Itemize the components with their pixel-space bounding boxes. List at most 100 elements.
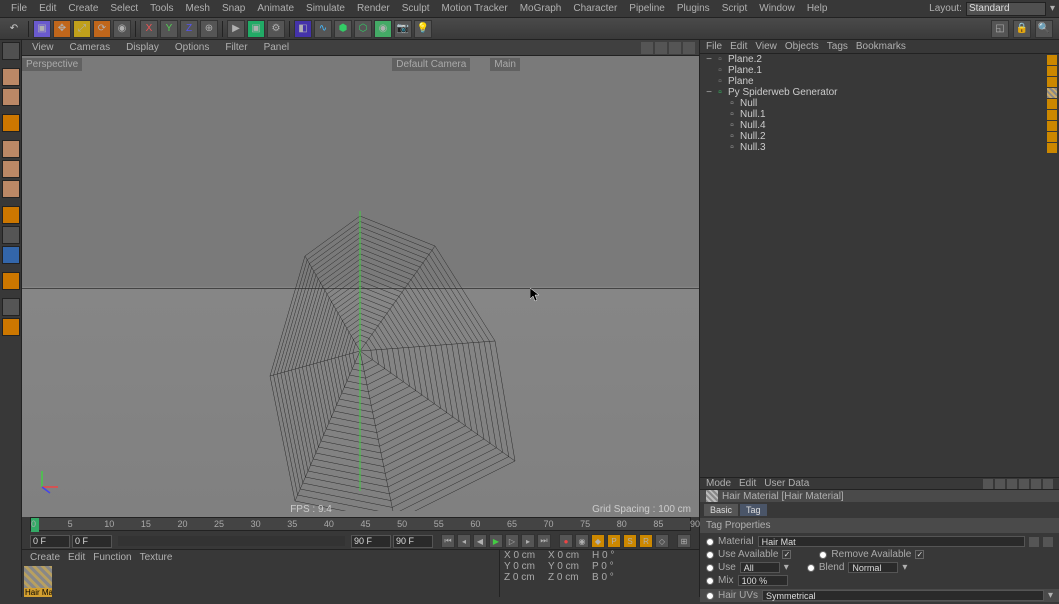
tag-icon[interactable] <box>1047 132 1057 142</box>
vp-zoom-icon[interactable] <box>655 42 667 54</box>
coord-sys-button[interactable]: ⊕ <box>200 20 218 38</box>
pos-z[interactable]: Z 0 cm <box>504 572 544 583</box>
tag-icon[interactable] <box>1047 66 1057 76</box>
tree-row[interactable]: ▫ Null.3 <box>700 142 1059 153</box>
obj-menu-bookmarks[interactable]: Bookmarks <box>856 41 906 52</box>
axis-extension-button[interactable] <box>2 318 20 336</box>
render-toggle[interactable] <box>1037 110 1045 118</box>
menu-select[interactable]: Select <box>104 0 144 17</box>
mix-field[interactable]: 100 % <box>738 575 788 586</box>
mat-menu-create[interactable]: Create <box>30 552 60 563</box>
menu-help[interactable]: Help <box>801 0 834 17</box>
move-button[interactable]: ✥ <box>53 20 71 38</box>
locked-workplane-button[interactable] <box>2 272 20 290</box>
autokey-button[interactable]: ◉ <box>575 534 589 548</box>
obj-menu-file[interactable]: File <box>706 41 722 52</box>
use-select[interactable]: All <box>740 562 780 573</box>
menu-mograph[interactable]: MoGraph <box>514 0 568 17</box>
tag-icon[interactable] <box>1047 77 1057 87</box>
layout-arrow-icon[interactable]: ▾ <box>1050 3 1055 14</box>
menu-script[interactable]: Script <box>716 0 754 17</box>
vp-menu-cameras[interactable]: Cameras <box>66 42 115 53</box>
play-button[interactable]: ▶ <box>489 534 503 548</box>
rot-b[interactable]: B 0 ° <box>592 572 632 583</box>
use-arrow-icon[interactable]: ▾ <box>784 562 789 573</box>
tree-row[interactable]: ▫ Plane <box>700 76 1059 87</box>
tag-icon[interactable] <box>1047 99 1057 109</box>
menu-animate[interactable]: Animate <box>251 0 300 17</box>
mix-radio[interactable] <box>706 577 714 585</box>
recent-tool-button[interactable]: ◉ <box>113 20 131 38</box>
undo-button[interactable]: ↶ <box>4 21 24 37</box>
attr-menu-edit[interactable]: Edit <box>739 478 756 489</box>
visibility-toggle[interactable] <box>1027 77 1035 85</box>
quantize-button[interactable] <box>2 246 20 264</box>
visibility-toggle[interactable] <box>1027 88 1035 96</box>
tree-row[interactable]: ▫ Null <box>700 98 1059 109</box>
use-available-check[interactable]: ✓ <box>782 550 791 559</box>
keyframe-sel-button[interactable]: ◆ <box>591 534 605 548</box>
material-swatch[interactable]: Hair Ma <box>24 566 52 594</box>
render-toggle[interactable] <box>1037 77 1045 85</box>
vp-layout-icon[interactable] <box>683 42 695 54</box>
prev-key-button[interactable]: ◂ <box>457 534 471 548</box>
menu-simulate[interactable]: Simulate <box>300 0 351 17</box>
live-select-button[interactable]: ▣ <box>33 20 51 38</box>
snap-toggle-button[interactable] <box>2 226 20 244</box>
next-key-button[interactable]: ▸ <box>521 534 535 548</box>
generator-button[interactable]: ⬢ <box>334 20 352 38</box>
light-button[interactable]: 💡 <box>414 20 432 38</box>
size-x[interactable]: X 0 cm <box>548 550 588 561</box>
vp-rotate-icon[interactable] <box>669 42 681 54</box>
tree-row[interactable]: ▫ Plane.1 <box>700 65 1059 76</box>
hair-uvs-select[interactable]: Symmetrical <box>762 590 1044 601</box>
obj-menu-tags[interactable]: Tags <box>827 41 848 52</box>
camera-button[interactable]: 📷 <box>394 20 412 38</box>
menu-mesh[interactable]: Mesh <box>180 0 216 17</box>
obj-menu-edit[interactable]: Edit <box>730 41 747 52</box>
attr-new-icon[interactable] <box>1043 479 1053 489</box>
mat-menu-texture[interactable]: Texture <box>140 552 173 563</box>
visibility-toggle[interactable] <box>1027 55 1035 63</box>
vp-menu-filter[interactable]: Filter <box>221 42 251 53</box>
content-browser-icon[interactable]: ◱ <box>991 20 1009 38</box>
rot-h[interactable]: H 0 ° <box>592 550 632 561</box>
visibility-toggle[interactable] <box>1027 143 1035 151</box>
y-axis-button[interactable]: Y <box>160 20 178 38</box>
key-rot-button[interactable]: R <box>639 534 653 548</box>
goto-end-button[interactable]: ⏭ <box>537 534 551 548</box>
vp-menu-display[interactable]: Display <box>122 42 163 53</box>
render-toggle[interactable] <box>1037 55 1045 63</box>
visibility-toggle[interactable] <box>1027 121 1035 129</box>
vp-menu-options[interactable]: Options <box>171 42 213 53</box>
remove-avail-radio[interactable] <box>819 551 827 559</box>
attr-menu-user-data[interactable]: User Data <box>764 478 809 489</box>
render-toggle[interactable] <box>1037 121 1045 129</box>
x-axis-button[interactable]: X <box>140 20 158 38</box>
attr-home-icon[interactable] <box>1019 479 1029 489</box>
attr-up-icon[interactable] <box>1007 479 1017 489</box>
tag-icon[interactable] <box>1047 55 1057 65</box>
menu-window[interactable]: Window <box>753 0 801 17</box>
menu-tools[interactable]: Tools <box>144 0 179 17</box>
tag-icon[interactable] <box>1047 110 1057 120</box>
object-tree[interactable]: − ▫ Plane.2 ▫ Plane.1 ▫ Plane − ▫ Py Spi… <box>700 54 1059 477</box>
rotate-button[interactable]: ⟳ <box>93 20 111 38</box>
key-pos-button[interactable]: P <box>607 534 621 548</box>
render-toggle[interactable] <box>1037 66 1045 74</box>
pos-y[interactable]: Y 0 cm <box>504 561 544 572</box>
material-field[interactable]: Hair Mat <box>758 536 1025 547</box>
attr-back-icon[interactable] <box>983 479 993 489</box>
visibility-toggle[interactable] <box>1027 99 1035 107</box>
tab-basic[interactable]: Basic <box>704 504 738 516</box>
tab-tag[interactable]: Tag <box>740 504 767 516</box>
tree-row[interactable]: ▫ Null.2 <box>700 131 1059 142</box>
frame-end-field[interactable]: 90 F <box>393 535 433 548</box>
tree-expand-icon[interactable]: − <box>704 54 714 65</box>
visibility-toggle[interactable] <box>1027 110 1035 118</box>
attr-lock-icon[interactable] <box>1031 479 1041 489</box>
material-link-icon[interactable] <box>1029 537 1039 547</box>
blend-select[interactable]: Normal <box>848 562 898 573</box>
material-clear-icon[interactable] <box>1043 537 1053 547</box>
menu-character[interactable]: Character <box>567 0 623 17</box>
